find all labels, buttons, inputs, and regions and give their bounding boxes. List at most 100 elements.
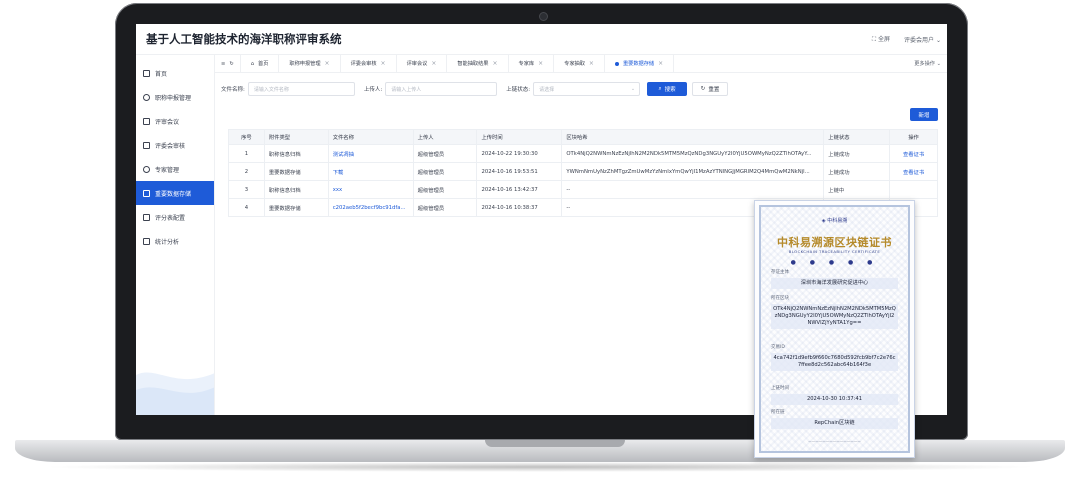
close-icon[interactable]: × <box>538 60 543 67</box>
tab-label: 专家抽取 <box>564 61 585 67</box>
close-icon[interactable]: × <box>381 60 386 67</box>
meeting-icon <box>143 117 150 125</box>
sidebar-item-title-application[interactable]: 职称申报管理 <box>136 85 214 109</box>
uploader-input[interactable]: 请输入上传人 <box>385 82 498 96</box>
review-icon <box>143 141 150 149</box>
chain-status-select[interactable]: 请选择 ⌄ <box>533 82 641 96</box>
cell-index: 2 <box>228 162 265 181</box>
cell-uploader: 超级管理员 <box>412 180 478 199</box>
cell-filename-link[interactable]: xxx <box>327 180 414 199</box>
tab-committee-review[interactable]: 评委会审核 × <box>341 54 397 73</box>
app-header: 基于人工智能技术的海洋职称评审系统 ⛶ 全屏 评委会用户 ⌄ <box>136 24 947 55</box>
block-label: 所在区块 <box>771 296 789 301</box>
sidebar-item-home[interactable]: 首页 <box>136 61 214 85</box>
cell-filename-link[interactable]: c202aeb5f2becf9bc91dfa... <box>327 198 414 217</box>
app-title: 基于人工智能技术的海洋职称评审系统 <box>146 32 342 46</box>
home-icon: ⌂ <box>250 60 255 67</box>
tab-bar: ≡ ↻ ⌂ 首页 职称申报管理 × 评委会审核 × 评审会议 × 智能抽取结果 × 专家库 ×… <box>215 54 947 73</box>
certificate-title: 中科易溯源区块链证书 <box>777 236 892 249</box>
laptop-notch <box>485 440 625 447</box>
tab-home[interactable]: ⌂ 首页 <box>241 54 280 73</box>
certificate-footer-rule: ——————————————— <box>808 439 861 443</box>
home-icon <box>143 69 150 77</box>
cell-filename-link[interactable]: 下载 <box>327 162 414 181</box>
cell-type: 重要数据存储 <box>263 198 329 217</box>
sidebar-item-committee-review[interactable]: 评委会审核 <box>136 133 214 157</box>
cell-status: 上链中 <box>823 180 891 199</box>
col-header-type: 附件类型 <box>263 129 329 145</box>
add-button[interactable]: 新增 <box>910 108 938 121</box>
blockchain-certificate: ◈ 中科易溯 中科易溯源区块链证书 BLOCKCHAIN TRACEABILIT… <box>754 200 915 458</box>
col-header-time: 上传时间 <box>476 129 563 145</box>
tab-menu-toggle[interactable]: ≡ ↻ <box>215 54 241 73</box>
active-dot-icon <box>614 61 619 66</box>
close-icon[interactable]: × <box>493 60 498 67</box>
user-name: 评委会用户 <box>904 36 935 44</box>
fullscreen-button[interactable]: ⛶ 全屏 <box>872 34 890 44</box>
sidebar-item-stats[interactable]: 统计分析 <box>136 229 214 253</box>
laptop-shadow <box>40 462 1040 472</box>
cell-time: 2024-10-16 13:42:37 <box>476 180 563 199</box>
close-icon[interactable]: × <box>658 60 663 67</box>
close-icon[interactable]: × <box>325 60 330 67</box>
refresh-icon[interactable]: ↻ <box>229 61 233 67</box>
cell-status: 上链成功 <box>823 144 891 163</box>
tab-title-application[interactable]: 职称申报管理 × <box>279 54 341 73</box>
cell-filename-link[interactable]: 测试凋抽 <box>327 144 414 163</box>
time-value: 2024-10-30 10:37:41 <box>771 394 898 405</box>
chevron-down-icon: ⌄ <box>630 86 636 92</box>
filename-label: 文件名称: <box>221 87 245 93</box>
more-actions-dropdown[interactable]: 更多操作 ⌄ <box>914 60 941 67</box>
subject-label: 存证主体 <box>771 270 789 275</box>
tx-label: 交易ID <box>771 345 785 350</box>
sidebar-item-label: 首页 <box>155 70 168 78</box>
chain-label: 所在链 <box>771 410 785 415</box>
user-menu[interactable]: 评委会用户 ⌄ <box>904 35 941 44</box>
table-header-row: 序号 附件类型 文件名称 上传人 上传时间 区块哈希 上链状态 操作 <box>228 129 938 145</box>
tab-label: 职称申报管理 <box>289 61 321 67</box>
close-icon[interactable]: × <box>431 60 436 67</box>
tab-label: 智能抽取结果 <box>457 61 489 67</box>
block-value: OTk4NjQ2NWNmNzEzNjlhN2M2NDk5MTM5MzQzNDg3… <box>771 304 898 329</box>
tab-expert-pool[interactable]: 专家库 × <box>509 54 555 73</box>
close-icon[interactable]: × <box>589 60 594 67</box>
cell-uploader: 超级管理员 <box>412 198 478 217</box>
uploader-label: 上传人: <box>363 87 383 93</box>
view-certificate-link[interactable]: 查看证书 <box>889 162 938 181</box>
cell-status: 上链成功 <box>823 162 891 181</box>
tx-value: 4ca742f1d9efb9f660c7680d592fcb9bf7c2e76c… <box>771 353 898 371</box>
col-header-actions: 操作 <box>889 129 938 145</box>
chain-status-placeholder: 请选择 <box>539 86 555 93</box>
table-row: 3 职称信息归档 xxx 超级管理员 2024-10-16 13:42:37 -… <box>228 180 938 199</box>
cell-time: 2024-10-22 19:30:30 <box>476 144 563 163</box>
view-certificate-link[interactable]: 查看证书 <box>889 144 938 163</box>
sidebar-item-storage[interactable]: 重要数据存储 <box>136 181 214 205</box>
cell-hash: OTk4NjQ2NWNmNzEzNjlhN2M2NDk5MTM5MzQzNDg3… <box>561 144 825 163</box>
search-button[interactable]: ⌕ 搜索 <box>647 82 688 96</box>
filename-input[interactable]: 请输入文件名称 <box>247 82 355 96</box>
table-row: 1 职称信息归档 测试凋抽 超级管理员 2024-10-22 19:30:30 … <box>228 144 938 163</box>
sidebar-item-label: 统计分析 <box>155 238 180 246</box>
tab-smart-extract[interactable]: 智能抽取结果 × <box>447 54 509 73</box>
tab-expert-draw[interactable]: 专家抽取 × <box>554 54 605 73</box>
chain-value: RepChain区块链 <box>771 418 898 429</box>
sidebar-item-label: 职称申报管理 <box>155 94 192 102</box>
sidebar-item-label: 专家管理 <box>155 166 180 174</box>
col-header-hash: 区块哈希 <box>561 129 825 145</box>
tab-storage[interactable]: 重要数据存储 × <box>605 54 675 73</box>
sidebar-item-meeting[interactable]: 评审会议 <box>136 109 214 133</box>
certificate-border: ◈ 中科易溯 中科易溯源区块链证书 BLOCKCHAIN TRACEABILIT… <box>759 205 910 453</box>
certificate-dots-decoration: ● ● ● ● ● <box>790 259 879 266</box>
sidebar-item-scoresheet[interactable]: 评分表配置 <box>136 205 214 229</box>
reset-button-label: 重置 <box>708 87 720 93</box>
sidebar-item-label: 评委会审核 <box>155 142 186 150</box>
stage: 基于人工智能技术的海洋职称评审系统 ⛶ 全屏 评委会用户 ⌄ 首页 职称申报管理… <box>0 0 1080 500</box>
cell-index: 4 <box>228 198 265 217</box>
more-actions-label: 更多操作 <box>914 61 935 67</box>
sidebar-item-experts[interactable]: 专家管理 <box>136 157 214 181</box>
tab-meeting[interactable]: 评审会议 × <box>397 54 448 73</box>
certificate-logo: ◈ 中科易溯 <box>761 217 908 224</box>
cell-hash: -- <box>561 180 825 199</box>
reset-button[interactable]: ↻ 重置 <box>692 82 729 96</box>
storage-icon <box>143 189 150 197</box>
